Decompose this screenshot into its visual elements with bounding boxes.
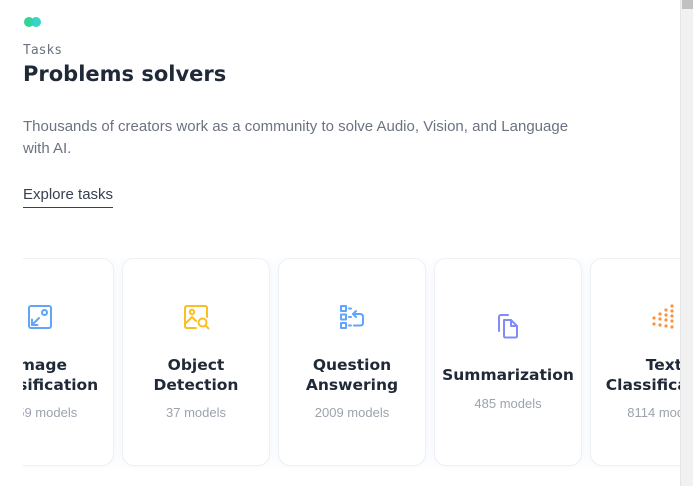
task-card-summarization[interactable]: Summarization 485 models [434, 258, 582, 466]
task-model-count: 8114 models [627, 405, 680, 420]
tasks-carousel[interactable]: Image Classification 2059 models O [23, 258, 680, 468]
section-label: Tasks [23, 43, 63, 58]
documents-icon [494, 312, 522, 340]
teal-dot-icon [31, 17, 41, 27]
page: Tasks Problems solvers Thousands of crea… [0, 0, 693, 486]
task-card-question-answering[interactable]: Question Answering 2009 models [278, 258, 426, 466]
page-title: Problems solvers [23, 62, 227, 86]
explore-tasks-link[interactable]: Explore tasks [23, 186, 114, 208]
task-name: Text Classification [605, 356, 680, 394]
task-card-object-detection[interactable]: Object Detection 37 models [122, 258, 270, 466]
image-icon [26, 303, 54, 331]
task-card-image-classification[interactable]: Image Classification 2059 models [23, 258, 114, 466]
dots-grid-icon [650, 303, 678, 331]
vertical-scrollbar[interactable] [680, 0, 693, 486]
scrollbar-thumb[interactable] [682, 0, 693, 9]
section-dots [24, 16, 44, 28]
section-description: Thousands of creators work as a communit… [23, 118, 569, 157]
list-return-icon [338, 303, 366, 331]
tasks-track: Image Classification 2059 models O [23, 258, 680, 466]
task-card-text-classification[interactable]: Text Classification 8114 models [590, 258, 680, 466]
image-search-icon [182, 303, 210, 331]
